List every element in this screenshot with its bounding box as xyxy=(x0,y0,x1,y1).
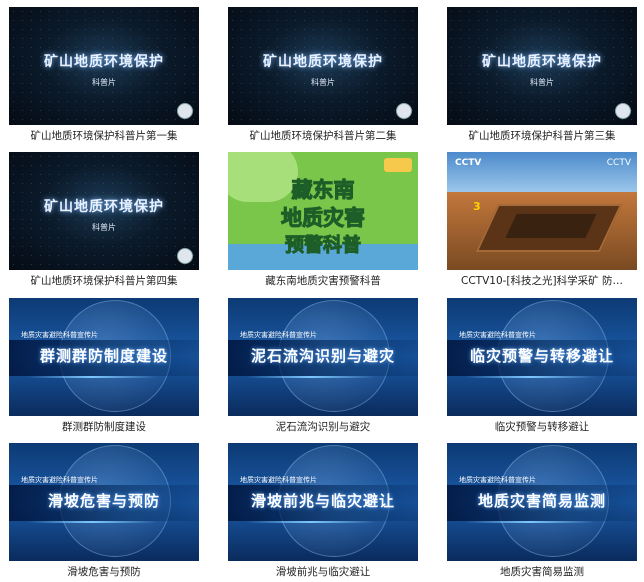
thumbnail-title: 矿山地质环境保护 xyxy=(263,54,383,70)
video-thumbnail[interactable]: 地质灾害避险科普宣传片 临灾预警与转移避让 xyxy=(447,298,637,416)
series-label: 地质灾害避险科普宣传片 xyxy=(459,331,536,339)
video-card[interactable]: 地质灾害避险科普宣传片 临灾预警与转移避让 临灾预警与转移避让 xyxy=(447,298,637,434)
video-card[interactable]: 地质灾害避险科普宣传片 群测群防制度建设 群测群防制度建设 xyxy=(9,298,199,434)
video-thumbnail[interactable]: 地质灾害避险科普宣传片 地质灾害简易监测 xyxy=(447,443,637,561)
video-caption[interactable]: 临灾预警与转移避让 xyxy=(447,420,637,434)
glow-line xyxy=(27,521,157,523)
video-caption[interactable]: 矿山地质环境保护科普片第一集 xyxy=(9,129,199,143)
video-card[interactable]: 地质灾害避险科普宣传片 滑坡前兆与临灾避让 滑坡前兆与临灾避让 xyxy=(228,443,418,579)
glow-line xyxy=(246,521,376,523)
thumbnail-title-line1: 藏东南 xyxy=(291,178,355,203)
thumbnail-subtitle: 科普片 xyxy=(92,223,116,232)
thumbnail-title: 泥石流沟识别与避灾 xyxy=(250,347,395,365)
video-caption[interactable]: 藏东南地质灾害预警科普 xyxy=(228,274,418,288)
video-thumbnail[interactable]: 矿山地质环境保护 科普片 xyxy=(9,152,199,270)
video-card[interactable]: 藏东南 地质灾害 预警科普 藏东南地质灾害预警科普 xyxy=(228,152,418,288)
glow-line xyxy=(465,376,595,378)
video-card[interactable]: 地质灾害避险科普宣传片 滑坡危害与预防 滑坡危害与预防 xyxy=(9,443,199,579)
video-caption[interactable]: 滑坡危害与预防 xyxy=(9,565,199,579)
series-label: 地质灾害避险科普宣传片 xyxy=(240,331,317,339)
video-card[interactable]: 地质灾害避险科普宣传片 地质灾害简易监测 地质灾害简易监测 xyxy=(447,443,637,579)
glow-line xyxy=(27,376,157,378)
series-label: 地质灾害避险科普宣传片 xyxy=(240,476,317,484)
video-caption[interactable]: 地质灾害简易监测 xyxy=(447,565,637,579)
video-card[interactable]: 矿山地质环境保护 科普片 矿山地质环境保护科普片第一集 xyxy=(9,7,199,143)
series-label: 地质灾害避险科普宣传片 xyxy=(459,476,536,484)
video-grid: 矿山地质环境保护 科普片 矿山地质环境保护科普片第一集 矿山地质环境保护 科普片… xyxy=(0,0,644,582)
channel-logo-icon xyxy=(615,103,631,119)
thumbnail-subtitle: 科普片 xyxy=(311,78,335,87)
video-thumbnail[interactable]: 矿山地质环境保护 科普片 xyxy=(9,7,199,125)
series-label: 地质灾害避险科普宣传片 xyxy=(21,331,98,339)
glow-line xyxy=(246,376,376,378)
thumbnail-title: 临灾预警与转移避让 xyxy=(469,347,614,365)
video-caption[interactable]: 矿山地质环境保护科普片第三集 xyxy=(447,129,637,143)
thumbnail-subtitle: 科普片 xyxy=(92,78,116,87)
series-label: 地质灾害避险科普宣传片 xyxy=(21,476,98,484)
video-thumbnail[interactable]: 矿山地质环境保护 科普片 xyxy=(228,7,418,125)
video-thumbnail[interactable]: 藏东南 地质灾害 预警科普 xyxy=(228,152,418,270)
glow-line xyxy=(465,521,595,523)
video-caption[interactable]: 矿山地质环境保护科普片第四集 xyxy=(9,274,199,288)
thumbnail-title: 滑坡危害与预防 xyxy=(47,492,160,510)
thumbnail-title: 矿山地质环境保护 xyxy=(482,54,602,70)
video-card[interactable]: 矿山地质环境保护 科普片 矿山地质环境保护科普片第三集 xyxy=(447,7,637,143)
channel-logo-icon xyxy=(177,103,193,119)
video-card[interactable]: 地质灾害避险科普宣传片 泥石流沟识别与避灾 泥石流沟识别与避灾 xyxy=(228,298,418,434)
video-caption[interactable]: 矿山地质环境保护科普片第二集 xyxy=(228,129,418,143)
video-card[interactable]: CCTV CCTV 3 CCTV10-[科技之光]科学采矿 防… xyxy=(447,152,637,288)
scene-number: 3 xyxy=(473,200,481,213)
thumbnail-title: 群测群防制度建设 xyxy=(39,347,168,365)
channel-logo-icon xyxy=(396,103,412,119)
video-caption[interactable]: 群测群防制度建设 xyxy=(9,420,199,434)
thumbnail-title-line3: 预警科普 xyxy=(284,234,361,257)
video-caption[interactable]: CCTV10-[科技之光]科学采矿 防… xyxy=(447,274,637,288)
thumbnail-title: 矿山地质环境保护 xyxy=(44,199,164,215)
cartoon-sign xyxy=(384,158,412,172)
video-thumbnail[interactable]: 地质灾害避险科普宣传片 泥石流沟识别与避灾 xyxy=(228,298,418,416)
thumbnail-title: 滑坡前兆与临灾避让 xyxy=(250,492,395,510)
mine-pit-inner xyxy=(505,214,597,238)
thumbnail-title: 矿山地质环境保护 xyxy=(44,54,164,70)
channel-logo-icon xyxy=(177,248,193,264)
video-caption[interactable]: 滑坡前兆与临灾避让 xyxy=(228,565,418,579)
thumbnail-title: 地质灾害简易监测 xyxy=(477,492,606,510)
cctv-logo-right: CCTV xyxy=(606,158,631,168)
video-thumbnail[interactable]: 地质灾害避险科普宣传片 滑坡危害与预防 xyxy=(9,443,199,561)
video-caption[interactable]: 泥石流沟识别与避灾 xyxy=(228,420,418,434)
video-card[interactable]: 矿山地质环境保护 科普片 矿山地质环境保护科普片第四集 xyxy=(9,152,199,288)
video-card[interactable]: 矿山地质环境保护 科普片 矿山地质环境保护科普片第二集 xyxy=(228,7,418,143)
thumbnail-subtitle: 科普片 xyxy=(530,78,554,87)
video-thumbnail[interactable]: 地质灾害避险科普宣传片 群测群防制度建设 xyxy=(9,298,199,416)
video-thumbnail[interactable]: CCTV CCTV 3 xyxy=(447,152,637,270)
thumbnail-title-line2: 地质灾害 xyxy=(281,206,366,231)
video-thumbnail[interactable]: 地质灾害避险科普宣传片 滑坡前兆与临灾避让 xyxy=(228,443,418,561)
cctv-logo: CCTV xyxy=(455,158,482,168)
video-thumbnail[interactable]: 矿山地质环境保护 科普片 xyxy=(447,7,637,125)
